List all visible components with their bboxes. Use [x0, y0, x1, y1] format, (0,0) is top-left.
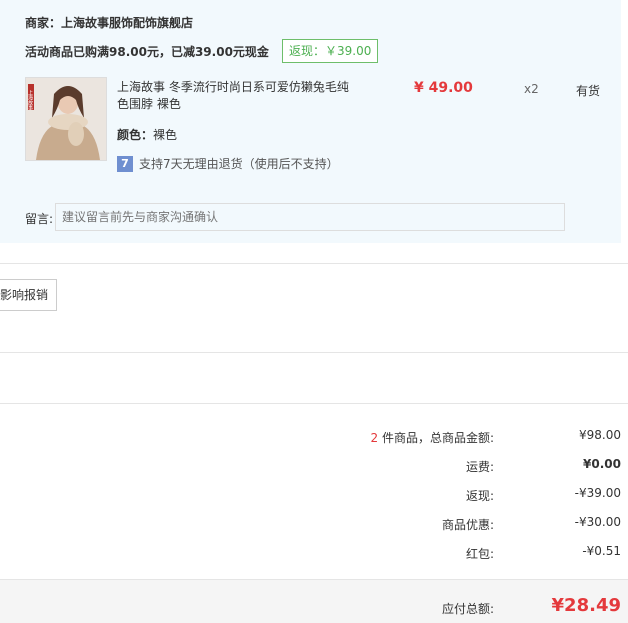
item-count: 2 [370, 431, 379, 445]
divider [0, 352, 628, 353]
shipping-value: ¥0.00 [583, 457, 621, 471]
promo-text: 活动商品已购满98.00元，已减39.00元现金 [25, 45, 269, 59]
items-total-value: ¥98.00 [579, 428, 621, 442]
divider [0, 263, 628, 264]
message-input[interactable] [55, 203, 565, 231]
cashback-value: -¥39.00 [574, 486, 621, 500]
return-policy[interactable]: 支持7天无理由退货（使用后不支持） [139, 155, 339, 172]
divider [0, 403, 628, 404]
message-label: 留言: [25, 212, 54, 226]
product-photo: 上海故事 [26, 78, 106, 160]
shipping-label: 运费: [465, 460, 494, 474]
product-color: 颜色：裸色 [117, 126, 177, 143]
total-value: ¥28.49 [551, 595, 621, 616]
cashback-label: 返现: [465, 489, 494, 503]
color-value: 裸色 [153, 128, 178, 142]
cashback-badge: 返现：￥39.00 [282, 39, 379, 63]
product-title[interactable]: 上海故事 冬季流行时尚日系可爱仿獭兔毛纯色围脖 裸色 [117, 79, 357, 113]
discount-value: -¥30.00 [574, 515, 621, 529]
discount-label: 商品优惠: [441, 518, 494, 532]
merchant-name[interactable]: 商家：上海故事服饰配饰旗舰店 [25, 14, 193, 31]
items-total-label: 2 件商品，总商品金额: [371, 429, 495, 446]
invoice-button[interactable]: 影响报销 [0, 279, 58, 311]
redpacket-label: 红包: [465, 547, 494, 561]
seven-day-return-icon: 7 [117, 156, 133, 172]
product-thumbnail[interactable]: 上海故事 [25, 77, 107, 161]
thumb-logo-text: 上海故事 [27, 89, 33, 111]
items-label-text: 件商品，总商品金额: [378, 431, 494, 445]
product-quantity: x2 [524, 82, 539, 96]
total-label: 应付总额: [441, 602, 494, 616]
total-bar [0, 579, 628, 623]
product-price: ¥ 49.00 [414, 80, 473, 96]
stock-status: 有货 [576, 84, 601, 98]
redpacket-value: -¥0.51 [582, 544, 621, 558]
color-label: 颜色： [117, 128, 154, 142]
